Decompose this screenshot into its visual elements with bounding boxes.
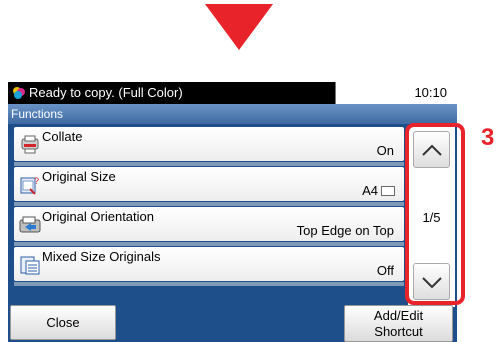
function-item-mixed-size-originals[interactable]: Mixed Size Originals Off <box>14 247 404 281</box>
status-message: Ready to copy. (Full Color) <box>29 85 183 100</box>
function-name: Original Orientation <box>42 209 154 224</box>
status-bar: Ready to copy. (Full Color) 10:10 <box>8 82 457 104</box>
original-orientation-icon <box>19 216 41 233</box>
function-value: Off <box>376 263 394 278</box>
paper-landscape-icon <box>381 186 395 196</box>
divider <box>14 162 404 166</box>
function-name: Collate <box>42 129 83 144</box>
shortcut-label: Shortcut <box>374 324 423 339</box>
divider <box>14 242 404 246</box>
collate-icon <box>21 135 39 154</box>
close-button[interactable]: Close <box>10 305 116 340</box>
time-area: 10:10 <box>336 82 457 104</box>
down-arrow-indicator <box>205 4 273 50</box>
full-color-icon <box>13 87 25 99</box>
svg-text:?: ? <box>34 176 39 186</box>
function-value: Top Edge on Top <box>296 223 394 238</box>
function-item-collate[interactable]: Collate On <box>14 127 404 161</box>
function-name: Original Size <box>42 169 116 184</box>
functions-titlebar: Functions <box>8 104 457 124</box>
function-item-original-orientation[interactable]: Original Orientation Top Edge on Top <box>14 207 404 241</box>
add-edit-label: Add/Edit <box>373 308 424 323</box>
status-message-panel: Ready to copy. (Full Color) <box>8 82 336 104</box>
scroll-highlight-frame <box>405 123 465 305</box>
original-size-icon: ? <box>20 176 39 195</box>
divider <box>14 282 404 286</box>
step-callout-number: 3 <box>481 124 495 151</box>
divider <box>14 202 404 206</box>
add-edit-shortcut-button[interactable]: Add/Edit Shortcut <box>344 305 453 342</box>
function-item-original-size[interactable]: ? Original Size A4 <box>14 167 404 201</box>
mixed-size-originals-icon <box>20 256 40 275</box>
function-name: Mixed Size Originals <box>42 249 161 264</box>
clock-time: 10:10 <box>414 85 447 100</box>
function-value: On <box>376 143 394 158</box>
copy-panel-screen: Ready to copy. (Full Color) 10:10 Functi… <box>8 82 457 342</box>
page-title: Functions <box>11 107 64 121</box>
function-value: A4 <box>362 183 378 198</box>
